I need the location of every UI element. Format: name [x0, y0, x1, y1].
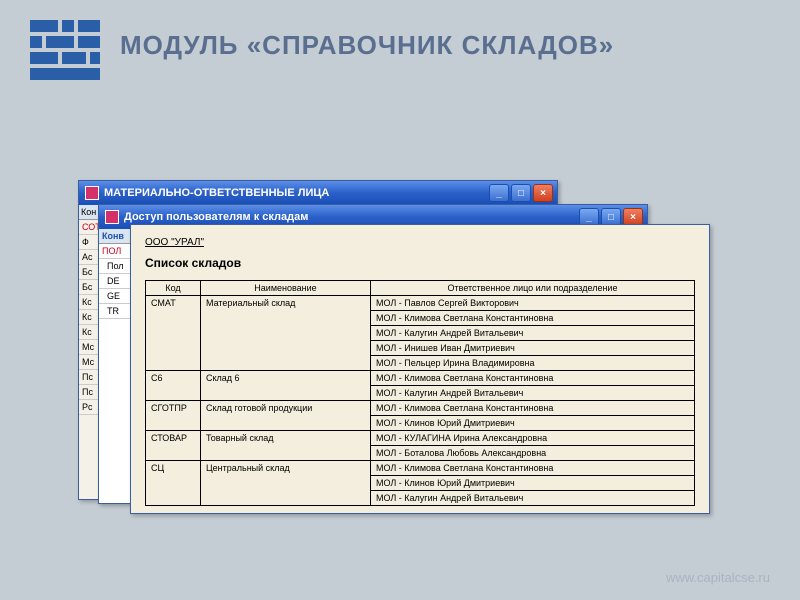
- footer-link: www.capitalcse.ru: [666, 570, 770, 585]
- minimize-button[interactable]: _: [489, 184, 509, 202]
- cell-responsible: МОЛ - Климова Светлана Константиновна: [371, 371, 695, 386]
- cell-name: Материальный склад: [201, 296, 371, 371]
- window-warehouse-report: ООО "УРАЛ" Список складов Код Наименован…: [130, 224, 710, 514]
- cell-name: Центральный склад: [201, 461, 371, 506]
- page-title: МОДУЛЬ «СПРАВОЧНИК СКЛАДОВ»: [120, 30, 614, 61]
- cell-code: СГОТПР: [146, 401, 201, 431]
- app-icon: [85, 186, 99, 200]
- cell-responsible: МОЛ - Пельцер Ирина Владимировна: [371, 356, 695, 371]
- list-item[interactable]: ПОЛ: [99, 244, 130, 259]
- titlebar[interactable]: МАТЕРИАЛЬНО-ОТВЕТСТВЕННЫЕ ЛИЦА _ □ ×: [79, 181, 557, 205]
- window-title: Доступ пользователям к складам: [124, 211, 579, 223]
- cell-responsible: МОЛ - Инишев Иван Дмитриевич: [371, 341, 695, 356]
- maximize-button[interactable]: □: [511, 184, 531, 202]
- cell-code: СЦ: [146, 461, 201, 506]
- organization-name: ООО "УРАЛ": [145, 237, 695, 248]
- cell-name: Склад готовой продукции: [201, 401, 371, 431]
- cell-responsible: МОЛ - Боталова Любовь Александровна: [371, 446, 695, 461]
- cell-responsible: МОЛ - КУЛАГИНА Ирина Александровна: [371, 431, 695, 446]
- cell-code: СМАТ: [146, 296, 201, 371]
- cell-responsible: МОЛ - Калугин Андрей Витальевич: [371, 326, 695, 341]
- table-row: СЦЦентральный складМОЛ - Климова Светлан…: [146, 461, 695, 476]
- cell-name: Товарный склад: [201, 431, 371, 461]
- cell-responsible: МОЛ - Климова Светлана Константиновна: [371, 401, 695, 416]
- cell-code: С6: [146, 371, 201, 401]
- column-header: Конв: [99, 229, 130, 244]
- list-item[interactable]: GE: [99, 289, 130, 304]
- cell-responsible: МОЛ - Калугин Андрей Витальевич: [371, 386, 695, 401]
- warehouse-table: Код Наименование Ответственное лицо или …: [145, 280, 695, 506]
- table-row: СГОТПРСклад готовой продукцииМОЛ - Климо…: [146, 401, 695, 416]
- close-button[interactable]: ×: [533, 184, 553, 202]
- cell-responsible: МОЛ - Клинов Юрий Дмитриевич: [371, 476, 695, 491]
- cell-name: Склад 6: [201, 371, 371, 401]
- cell-responsible: МОЛ - Калугин Андрей Витальевич: [371, 491, 695, 506]
- report-body: ООО "УРАЛ" Список складов Код Наименован…: [131, 225, 709, 518]
- list-item[interactable]: Пол: [99, 259, 130, 274]
- app-icon: [105, 210, 119, 224]
- list-item[interactable]: DE: [99, 274, 130, 289]
- list-item[interactable]: TR: [99, 304, 130, 319]
- cell-responsible: МОЛ - Клинов Юрий Дмитриевич: [371, 416, 695, 431]
- cell-responsible: МОЛ - Павлов Сергей Викторович: [371, 296, 695, 311]
- col-code: Код: [146, 281, 201, 296]
- cell-code: СТОВАР: [146, 431, 201, 461]
- logo: [30, 20, 100, 80]
- cell-responsible: МОЛ - Климова Светлана Константиновна: [371, 311, 695, 326]
- report-title: Список складов: [145, 256, 695, 270]
- side-column: Конв ПОЛ Пол DEGETR: [99, 229, 131, 503]
- col-responsible: Ответственное лицо или подразделение: [371, 281, 695, 296]
- table-row: СТОВАРТоварный складМОЛ - КУЛАГИНА Ирина…: [146, 431, 695, 446]
- cell-responsible: МОЛ - Климова Светлана Константиновна: [371, 461, 695, 476]
- window-title: МАТЕРИАЛЬНО-ОТВЕТСТВЕННЫЕ ЛИЦА: [104, 187, 489, 199]
- col-name: Наименование: [201, 281, 371, 296]
- table-row: СМАТМатериальный складМОЛ - Павлов Серге…: [146, 296, 695, 311]
- table-row: С6Склад 6МОЛ - Климова Светлана Констант…: [146, 371, 695, 386]
